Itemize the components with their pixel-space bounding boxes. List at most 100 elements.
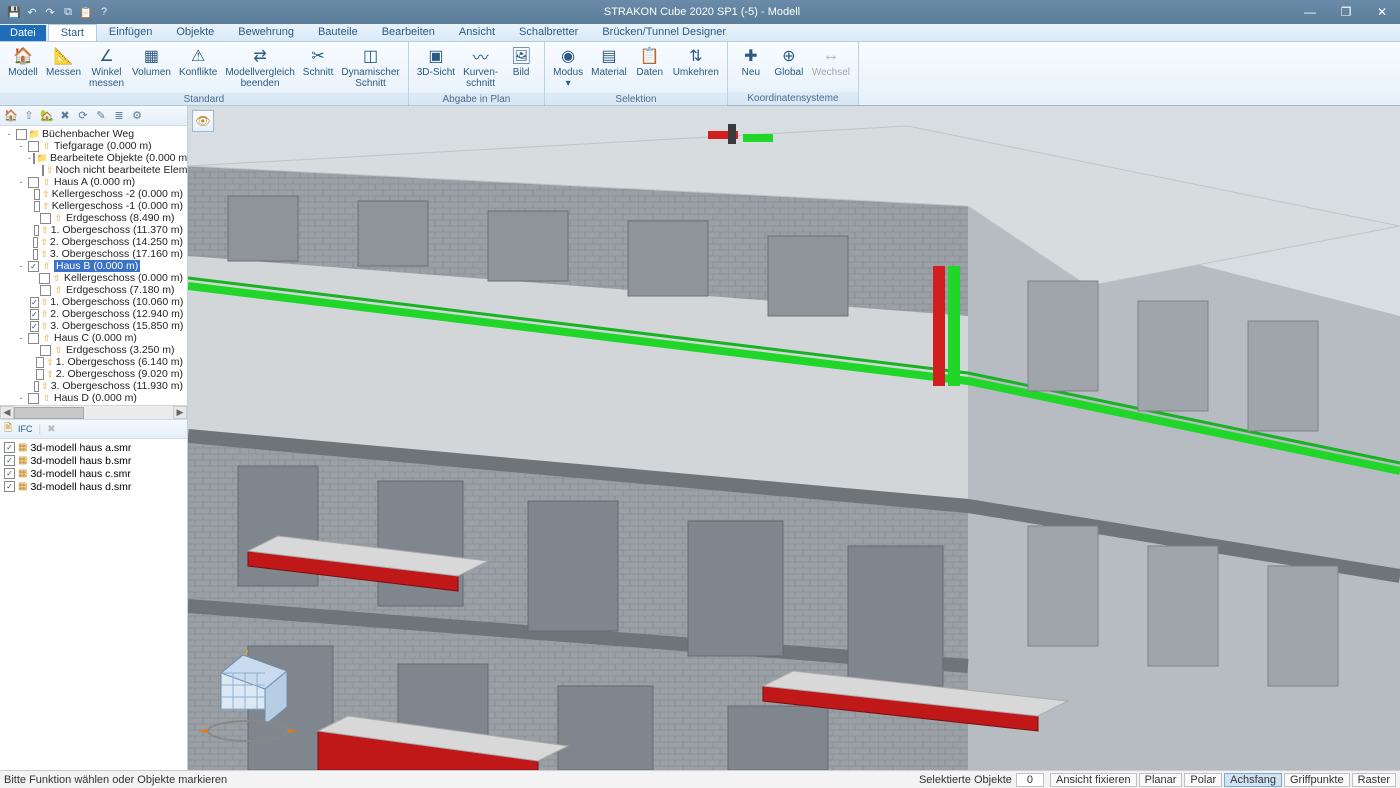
ribbon-tab-bewehrung[interactable]: Bewehrung	[226, 24, 306, 41]
tree-node[interactable]: ⇧1. Obergeschoss (10.060 m)	[0, 296, 187, 308]
model-tree[interactable]: -📁Büchenbacher Weg-⇧Tiefgarage (0.000 m)…	[0, 126, 187, 405]
file-checkbox[interactable]	[4, 481, 15, 492]
file-checkbox[interactable]	[4, 468, 15, 479]
3d-viewport[interactable]: 👁	[188, 106, 1400, 770]
ribbon-material-button[interactable]: ▤Material	[587, 44, 631, 80]
tree-node[interactable]: ⇧Kellergeschoss -2 (0.000 m)	[0, 188, 187, 200]
tree-node[interactable]: ⇧Kellergeschoss -1 (0.000 m)	[0, 200, 187, 212]
close-button[interactable]: ✕	[1364, 0, 1400, 24]
ribbon-schnitt-button[interactable]: ✂Schnitt	[299, 44, 338, 80]
ribbon-tab-bearbeiten[interactable]: Bearbeiten	[370, 24, 447, 41]
qat-copy-icon[interactable]: ⧉	[60, 4, 76, 20]
ribbon-tab-objekte[interactable]: Objekte	[164, 24, 226, 41]
tree-tb-refresh-icon[interactable]: ⟳	[76, 109, 90, 122]
visibility-checkbox[interactable]	[33, 153, 35, 164]
visibility-checkbox[interactable]	[16, 129, 27, 140]
tree-node[interactable]: -⇧Haus C (0.000 m)	[0, 332, 187, 344]
tree-tb-home-icon[interactable]: 🏡	[40, 109, 54, 122]
tree-tb-delete-icon[interactable]: ✖	[58, 109, 72, 122]
visibility-checkbox[interactable]	[36, 369, 44, 380]
visibility-checkbox[interactable]	[40, 285, 51, 296]
ribbon-modellvergleich-button[interactable]: ⇄Modellvergleichbeenden	[221, 44, 298, 91]
tree-tb-edit-icon[interactable]: ✎	[94, 109, 108, 122]
maximize-button[interactable]: ❐	[1328, 0, 1364, 24]
ribbon-modus-button[interactable]: ◉Modus▾	[549, 44, 587, 91]
ribbon-umkehren-button[interactable]: ⇅Umkehren	[669, 44, 723, 80]
expand-icon[interactable]: -	[16, 177, 26, 187]
visibility-checkbox[interactable]	[28, 261, 39, 272]
visibility-checkbox[interactable]	[42, 165, 44, 176]
tree-tb-house-icon[interactable]: 🏠	[4, 109, 18, 122]
visibility-checkbox[interactable]	[34, 381, 39, 392]
ribbon-tab-einfügen[interactable]: Einfügen	[97, 24, 164, 41]
visibility-checkbox[interactable]	[33, 249, 38, 260]
ribbon-messen-button[interactable]: 📐Messen	[42, 44, 85, 80]
tree-node[interactable]: ⇧Kellergeschoss (0.000 m)	[0, 272, 187, 284]
status-griffpunkte-button[interactable]: Griffpunkte	[1284, 773, 1350, 787]
file-row[interactable]: ▦3d-modell haus d.smr	[4, 480, 183, 493]
expand-icon[interactable]: -	[16, 333, 26, 343]
ribbon-tab-ansicht[interactable]: Ansicht	[447, 24, 507, 41]
ribbon-dynschnitt-button[interactable]: ◫DynamischerSchnitt	[337, 44, 403, 91]
tree-node[interactable]: -⇧Haus A (0.000 m)	[0, 176, 187, 188]
qat-save-icon[interactable]: 💾	[6, 4, 22, 20]
tree-node[interactable]: ⇧Erdgeschoss (3.250 m)	[0, 344, 187, 356]
tree-node[interactable]: -📁Büchenbacher Weg	[0, 128, 187, 140]
tree-node[interactable]: ⇧3. Obergeschoss (17.160 m)	[0, 248, 187, 260]
tree-node[interactable]: ⇧Erdgeschoss (7.180 m)	[0, 284, 187, 296]
visibility-checkbox[interactable]	[33, 237, 38, 248]
tree-hscrollbar[interactable]: ◀ ▶	[0, 405, 187, 419]
tree-node[interactable]: ⇧Erdgeschoss (8.490 m)	[0, 212, 187, 224]
file-row[interactable]: ▦3d-modell haus a.smr	[4, 441, 183, 454]
tree-tb-layers-icon[interactable]: ≣	[112, 109, 126, 122]
tree-node[interactable]: ⇧1. Obergeschoss (11.370 m)	[0, 224, 187, 236]
tree-node[interactable]: -⇧Tiefgarage (0.000 m)	[0, 140, 187, 152]
file-row[interactable]: ▦3d-modell haus c.smr	[4, 467, 183, 480]
expand-icon[interactable]: -	[28, 153, 31, 163]
add-file-icon[interactable]: 🗎	[4, 421, 12, 438]
visibility-checkbox[interactable]	[34, 189, 40, 200]
ribbon-kurvenschnitt-button[interactable]: 〰Kurven-schnitt	[459, 44, 502, 91]
ribbon-bild-button[interactable]: 🖼Bild	[502, 44, 540, 80]
status-planar-button[interactable]: Planar	[1139, 773, 1183, 787]
ribbon-tab-schalbretter[interactable]: Schalbretter	[507, 24, 590, 41]
tree-node[interactable]: ⇧2. Obergeschoss (12.940 m)	[0, 308, 187, 320]
ribbon-konflikte-button[interactable]: ⚠Konflikte	[175, 44, 221, 80]
expand-icon[interactable]: -	[16, 261, 26, 271]
tree-node[interactable]: -⇧Haus D (0.000 m)	[0, 392, 187, 404]
visibility-checkbox[interactable]	[34, 225, 39, 236]
tree-node[interactable]: ⇧2. Obergeschoss (14.250 m)	[0, 236, 187, 248]
tree-tb-settings-icon[interactable]: ⚙	[130, 109, 144, 122]
tree-node[interactable]: ⇧2. Obergeschoss (9.020 m)	[0, 368, 187, 380]
visibility-checkbox[interactable]	[40, 345, 51, 356]
tree-node[interactable]: -📁Bearbeitete Objekte (0.000 m)	[0, 152, 187, 164]
remove-file-icon[interactable]: ✖	[47, 424, 55, 435]
file-menu-button[interactable]: Datei	[0, 25, 46, 41]
ifc-label[interactable]: IFC	[18, 424, 33, 434]
expand-icon[interactable]: -	[4, 129, 14, 139]
visibility-checkbox[interactable]	[34, 201, 40, 212]
file-checkbox[interactable]	[4, 442, 15, 453]
visibility-checkbox[interactable]	[28, 393, 39, 404]
tree-node[interactable]: ⇧3. Obergeschoss (15.850 m)	[0, 320, 187, 332]
tree-tb-up-icon[interactable]: ⇧	[22, 109, 36, 122]
visibility-checkbox[interactable]	[28, 333, 39, 344]
status-polar-button[interactable]: Polar	[1184, 773, 1222, 787]
visibility-checkbox[interactable]	[28, 177, 39, 188]
file-checkbox[interactable]	[4, 455, 15, 466]
tree-node[interactable]: ⇧1. Obergeschoss (6.140 m)	[0, 356, 187, 368]
qat-paste-icon[interactable]: 📋	[78, 4, 94, 20]
ribbon-daten-button[interactable]: 📋Daten	[631, 44, 669, 80]
ribbon-volumen-button[interactable]: ▦Volumen	[128, 44, 175, 80]
expand-icon[interactable]: -	[16, 393, 26, 403]
ribbon-global-button[interactable]: ⊕Global	[770, 44, 808, 80]
scroll-right-icon[interactable]: ▶	[173, 406, 187, 419]
visibility-checkbox[interactable]	[30, 321, 39, 332]
minimize-button[interactable]: —	[1292, 0, 1328, 24]
scroll-left-icon[interactable]: ◀	[0, 406, 14, 419]
visibility-checkbox[interactable]	[36, 357, 44, 368]
visibility-checkbox[interactable]	[30, 297, 39, 308]
ribbon-tab-brücken/tunnel designer[interactable]: Brücken/Tunnel Designer	[590, 24, 738, 41]
qat-undo-icon[interactable]: ↶	[24, 4, 40, 20]
ribbon-neu-button[interactable]: ✚Neu	[732, 44, 770, 80]
